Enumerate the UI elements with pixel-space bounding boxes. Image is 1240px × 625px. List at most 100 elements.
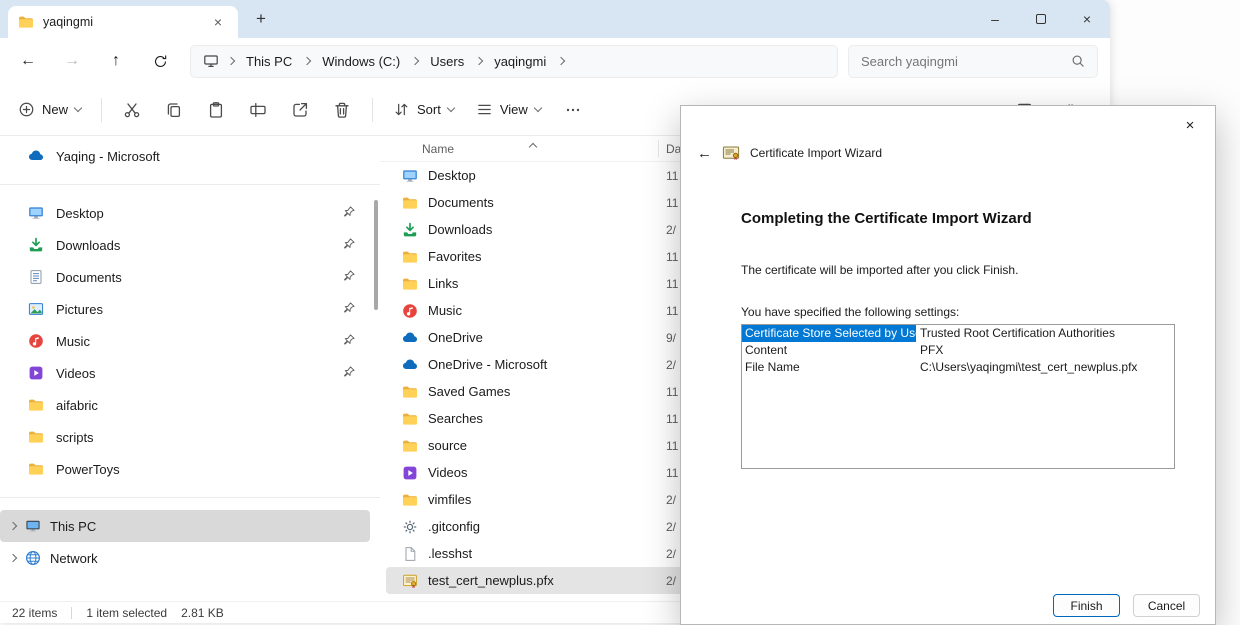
sidebar-item-onedrive[interactable]: Yaqing - Microsoft [0,140,370,172]
file-icon [402,546,418,562]
folder-icon [28,461,44,477]
sidebar-item-documents[interactable]: Documents [0,261,370,293]
sidebar-item-label: Yaqing - Microsoft [56,149,160,164]
folder-icon [402,438,418,454]
breadcrumb-item[interactable]: Users [427,54,467,69]
breadcrumb-item[interactable]: yaqingmi [491,54,549,69]
settings-row[interactable]: Content PFX [742,342,1174,359]
settings-row[interactable]: Certificate Store Selected by User Trust… [742,325,1174,342]
gear-icon [402,519,418,535]
search-box [848,45,1098,78]
folder-icon [402,195,418,211]
sort-button[interactable]: Sort [383,92,464,128]
window-controls: – × [972,0,1110,38]
tab-title: yaqingmi [43,15,93,29]
pin-icon [342,269,356,286]
search-input[interactable] [861,54,1071,69]
file-date: 9/ [666,331,676,345]
sidebar-item-pictures[interactable]: Pictures [0,293,370,325]
copy-icon [165,101,183,119]
navigation-bar: ← → ↑ This PC Windows (C:) Users yaqingm… [0,38,1110,84]
sidebar-item-music[interactable]: Music [0,325,370,357]
status-size: 2.81 KB [181,606,224,620]
copy-button[interactable] [154,92,194,128]
setting-value: PFX [916,342,943,359]
column-header-name[interactable]: Name [422,142,454,156]
file-name: test_cert_newplus.pfx [428,573,554,588]
sidebar-item-downloads[interactable]: Downloads [0,229,370,261]
sidebar-item-label: Desktop [56,206,104,221]
pin-icon [342,333,356,350]
address-bar[interactable]: This PC Windows (C:) Users yaqingmi [190,45,838,78]
file-name: Downloads [428,222,492,237]
file-date: 11 [666,196,678,210]
share-button[interactable] [280,92,320,128]
expand-chevron-icon[interactable] [9,522,17,530]
paste-button[interactable] [196,92,236,128]
new-tab-button[interactable]: + [244,4,278,34]
sidebar-divider [0,184,380,185]
search-icon [1071,54,1085,68]
expand-chevron-icon[interactable] [9,554,17,562]
onedrive-cloud-icon [402,357,418,373]
cut-button[interactable] [112,92,152,128]
sidebar-item-label: Documents [56,270,122,285]
sidebar-item-network[interactable]: Network [0,542,370,574]
music-icon [402,303,418,319]
sort-ascending-icon [529,143,537,151]
dialog-header: ← Certificate Import Wizard [681,140,1215,166]
file-name: OneDrive [428,330,483,345]
sidebar-item-aifabric[interactable]: aifabric [0,389,370,421]
new-button[interactable]: New [8,92,91,128]
sidebar-item-scripts[interactable]: scripts [0,421,370,453]
folder-icon [402,384,418,400]
dialog-footer: Finish Cancel [1053,594,1200,617]
tab-close-icon[interactable]: × [208,12,228,32]
close-button[interactable]: × [1064,0,1110,38]
folder-icon [402,249,418,265]
refresh-button[interactable] [138,43,182,79]
file-date: 2/ [666,223,676,237]
network-icon [25,550,41,566]
file-name: Saved Games [428,384,510,399]
breadcrumb-chevron-icon [411,57,419,65]
view-button[interactable]: View [466,92,551,128]
dialog-close-button[interactable]: × [1177,114,1203,136]
breadcrumb-item[interactable]: Windows (C:) [319,54,403,69]
file-name: OneDrive - Microsoft [428,357,547,372]
sidebar-item-powertoys[interactable]: PowerToys [0,453,370,485]
setting-key-selected[interactable]: Certificate Store Selected by User [742,325,916,342]
maximize-button[interactable] [1018,0,1064,38]
dialog-back-button[interactable]: ← [697,145,712,162]
sidebar-scrollbar[interactable] [374,200,378,310]
sidebar-item-desktop[interactable]: Desktop [0,197,370,229]
new-button-label: New [42,102,68,117]
setting-key[interactable]: Content [742,342,916,359]
share-icon [291,101,309,119]
sidebar-item-label: Music [56,334,90,349]
explorer-tab[interactable]: yaqingmi × [8,6,238,38]
file-name: Searches [428,411,483,426]
sidebar-item-videos[interactable]: Videos [0,357,370,389]
more-options-button[interactable] [553,92,593,128]
setting-key[interactable]: File Name [742,359,916,376]
column-divider[interactable] [658,140,659,157]
back-button[interactable]: ← [6,43,50,79]
breadcrumb-item[interactable]: This PC [243,54,295,69]
file-date: 2/ [666,520,676,534]
sidebar-item-label: Pictures [56,302,103,317]
delete-button[interactable] [322,92,362,128]
settings-row[interactable]: File Name C:\Users\yaqingmi\test_cert_ne… [742,359,1174,376]
cancel-button[interactable]: Cancel [1133,594,1200,617]
finish-button[interactable]: Finish [1053,594,1120,617]
dialog-title: Certificate Import Wizard [750,146,882,160]
minimize-button[interactable]: – [972,0,1018,38]
up-button[interactable]: ↑ [94,43,138,79]
settings-listbox[interactable]: Certificate Store Selected by User Trust… [741,324,1175,469]
file-name: .gitconfig [428,519,480,534]
sidebar-item-this-pc[interactable]: This PC [0,510,370,542]
this-pc-icon [203,53,219,69]
forward-button[interactable]: → [50,43,94,79]
rename-button[interactable] [238,92,278,128]
onedrive-cloud-icon [28,148,44,164]
